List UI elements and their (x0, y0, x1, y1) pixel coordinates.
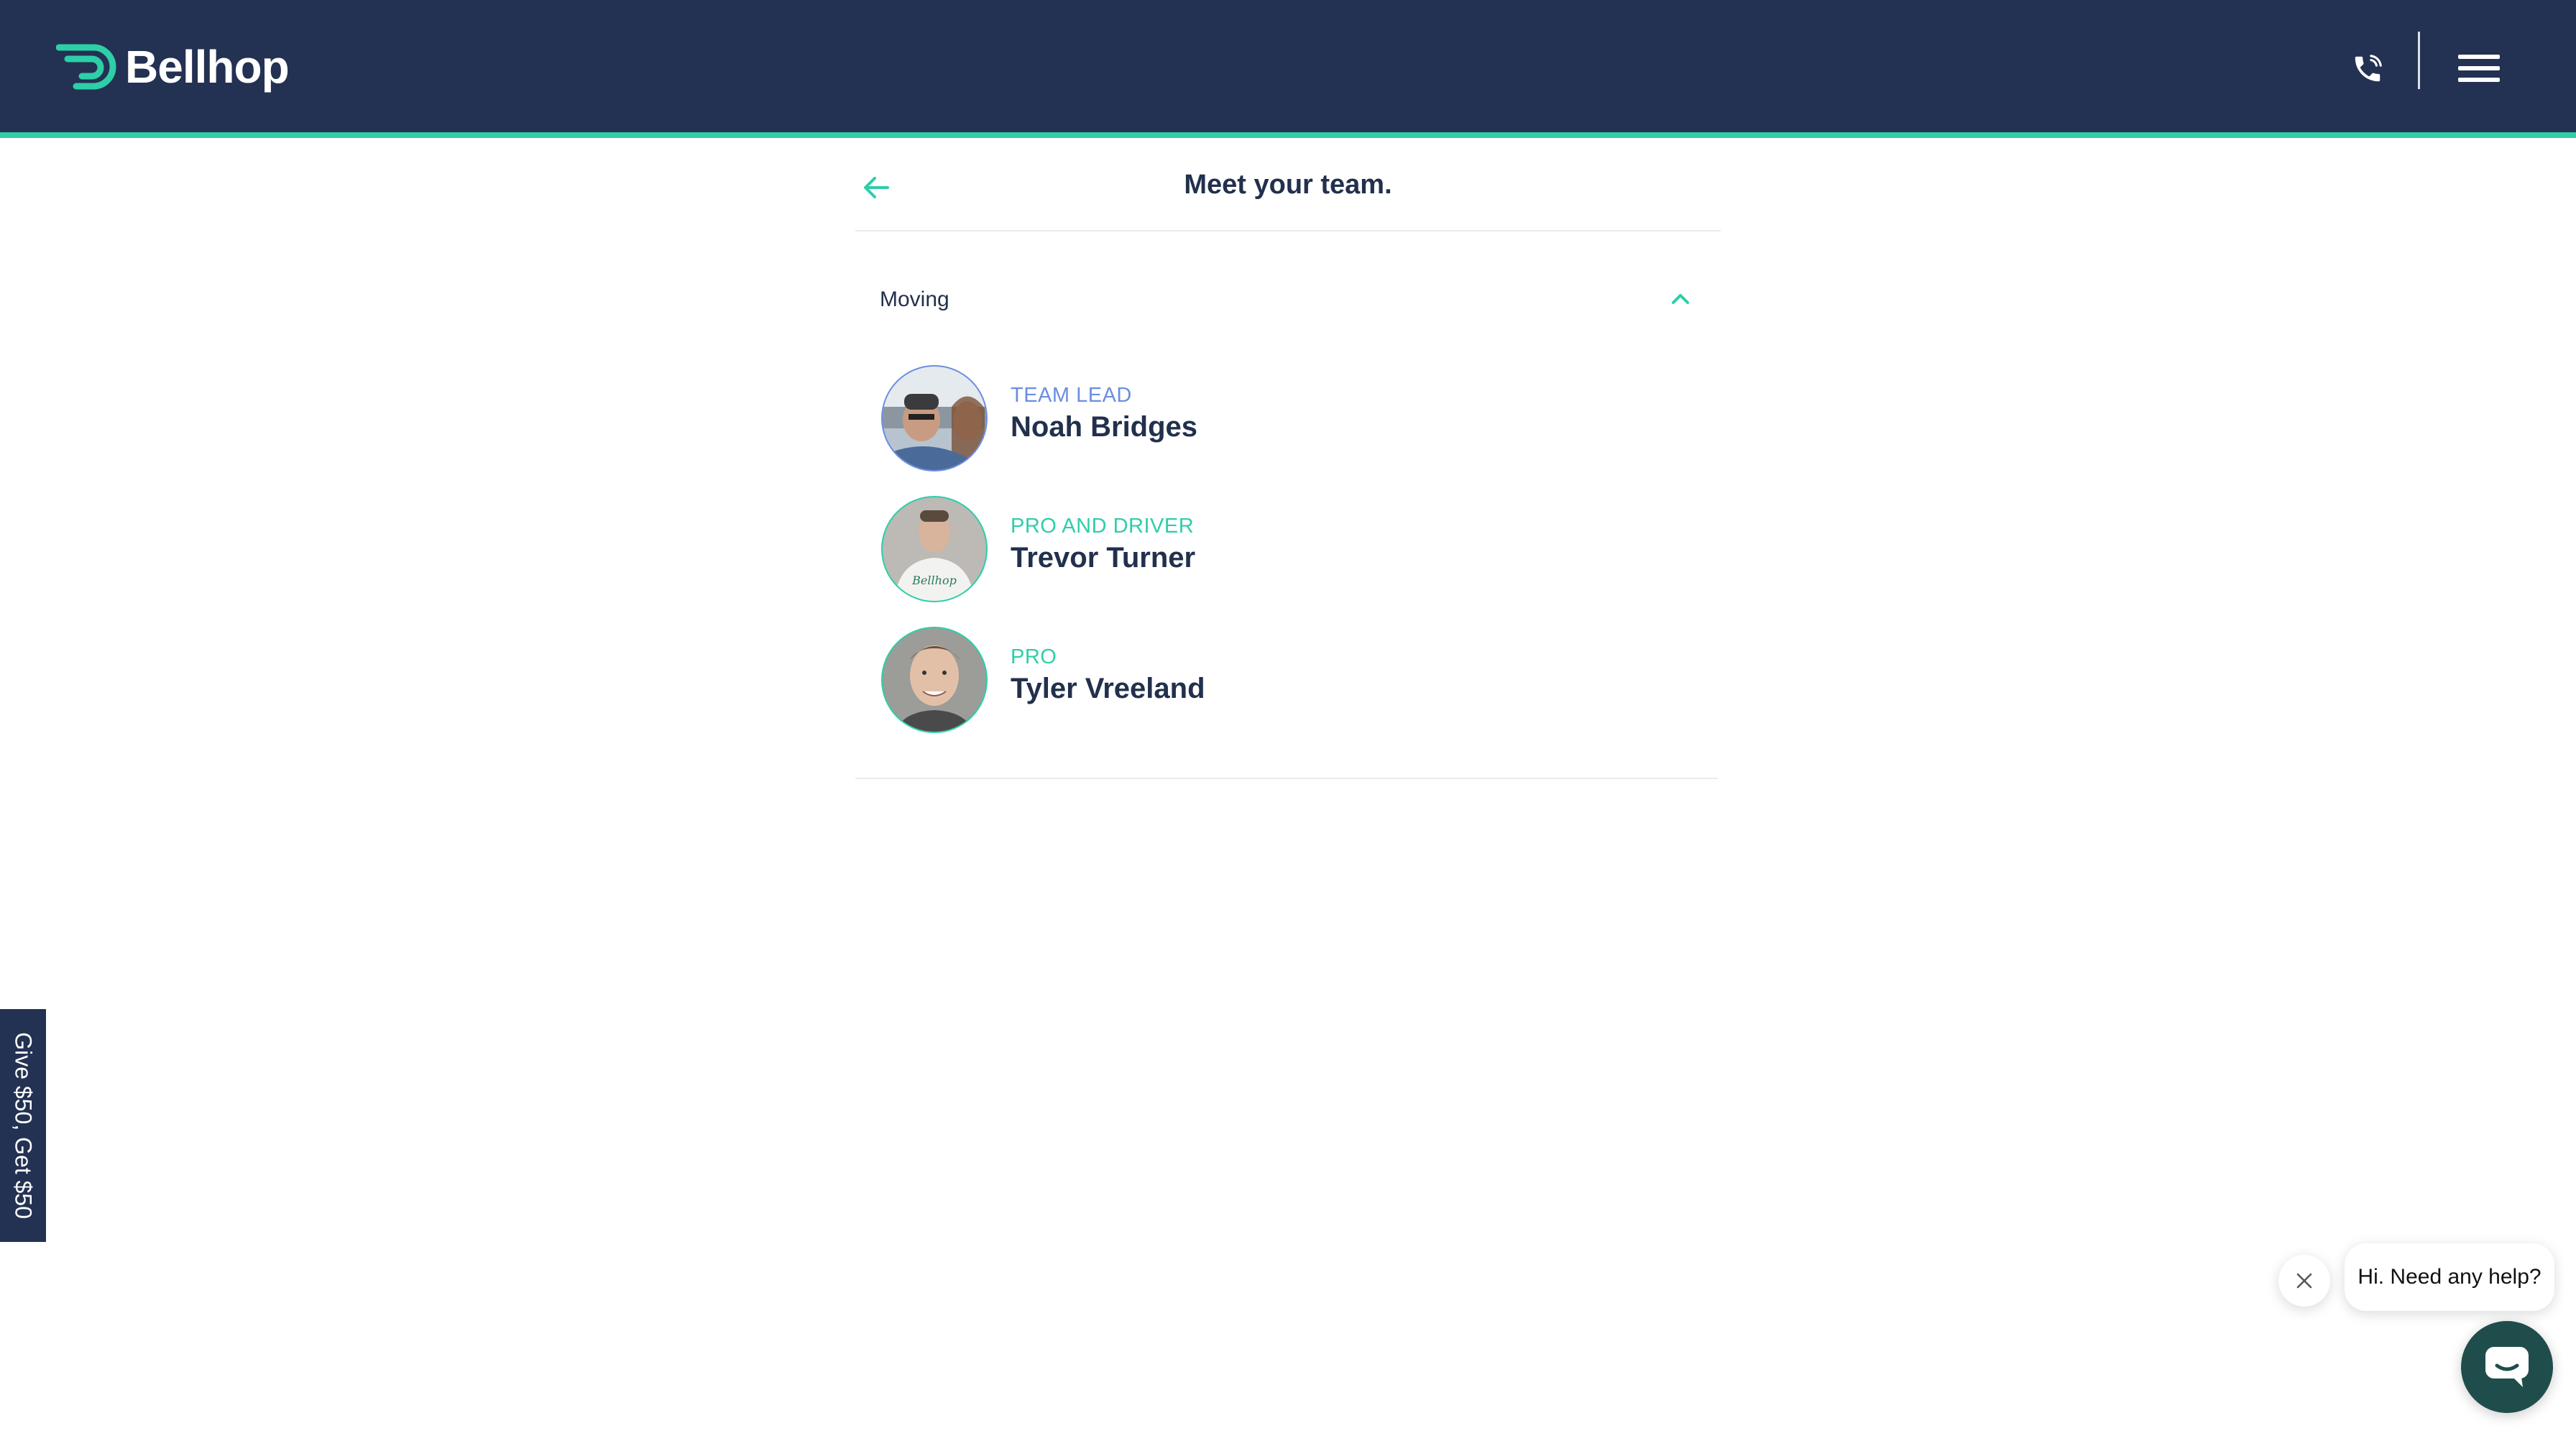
menu-bar (2458, 66, 2500, 70)
phone-icon (2355, 55, 2382, 82)
referral-tab[interactable]: Give $50, Get $50 (0, 1009, 46, 1242)
bellhop-logo-icon (56, 44, 116, 90)
team-member-row: PRO Tyler Vreeland (880, 625, 1527, 735)
page-heading-bar: Meet your team. (855, 144, 1721, 231)
site-header: Bellhop (0, 0, 2576, 138)
team-member-row: Bellhop PRO AND DRIVER Trevor Turner (880, 494, 1527, 604)
menu-bar (2458, 55, 2500, 59)
hamburger-menu-button[interactable] (2458, 52, 2501, 86)
member-name: Tyler Vreeland (1011, 673, 1205, 704)
avatar (880, 625, 989, 735)
header-divider (2418, 32, 2420, 89)
member-role: PRO (1011, 645, 1057, 668)
member-name: Trevor Turner (1011, 542, 1196, 574)
svg-text:Bellhop: Bellhop (911, 574, 957, 587)
member-role: PRO AND DRIVER (1011, 515, 1195, 538)
chat-greeting-bubble[interactable]: Hi. Need any help? (2345, 1243, 2554, 1311)
chat-greeting-text: Hi. Need any help? (2358, 1265, 2542, 1289)
team-member-row: TEAM LEAD Noah Bridges (880, 364, 1527, 473)
menu-bar (2458, 78, 2500, 82)
chat-dismiss-button[interactable] (2278, 1255, 2330, 1307)
chat-icon (2485, 1347, 2529, 1387)
close-icon (2296, 1273, 2312, 1289)
chevron-up-icon (1668, 287, 1693, 309)
phone-button[interactable] (2346, 49, 2389, 89)
chat-launcher-button[interactable] (2461, 1321, 2553, 1413)
section-toggle-moving[interactable]: Moving (855, 273, 1718, 322)
member-role: TEAM LEAD (1011, 384, 1132, 407)
bellhop-logo[interactable]: Bellhop (56, 40, 290, 93)
team-section: Moving TEAM LEAD Noah Bridges Bellhop PR… (855, 231, 1718, 779)
page-title: Meet your team. (1184, 170, 1392, 200)
avatar: Bellhop (880, 494, 989, 604)
section-label: Moving (880, 287, 949, 311)
referral-label: Give $50, Get $50 (10, 1032, 37, 1219)
logo-text: Bellhop (125, 41, 290, 93)
avatar (880, 364, 989, 473)
member-name: Noah Bridges (1011, 411, 1198, 443)
